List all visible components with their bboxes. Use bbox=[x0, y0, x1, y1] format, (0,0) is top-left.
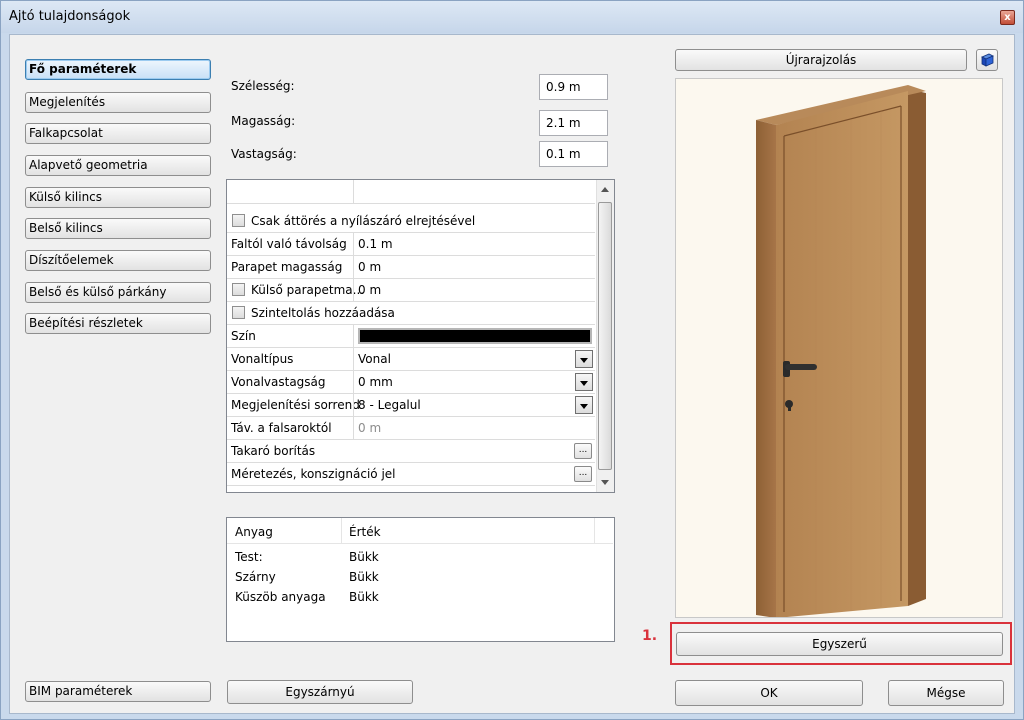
line-type-dropdown-icon[interactable] bbox=[575, 350, 593, 368]
column-divider bbox=[353, 348, 354, 370]
material-name: Szárny bbox=[235, 570, 276, 584]
cube-view-icon bbox=[981, 53, 994, 67]
material-name: Test: bbox=[235, 550, 263, 564]
materials-header-divider bbox=[341, 518, 342, 544]
line-width-value[interactable]: 0 mm bbox=[358, 375, 393, 389]
draw-order-label: Megjelenítési sorrend bbox=[231, 398, 360, 412]
materials-col-name: Anyag bbox=[235, 525, 273, 539]
prop-row-jamb-distance[interactable]: Táv. a falsaroktól 0 m bbox=[227, 417, 595, 440]
width-field[interactable]: 0.9 m bbox=[539, 74, 608, 100]
view-mode-button[interactable] bbox=[976, 49, 998, 71]
prop-row-dimensioning[interactable]: Méretezés, konszignáció jel ... bbox=[227, 463, 595, 486]
dialog-client-area: Fő paraméterek Megjelenítés Falkapcsolat… bbox=[9, 34, 1015, 714]
wall-distance-label: Faltól való távolság bbox=[231, 237, 347, 251]
prop-row-color[interactable]: Szín bbox=[227, 325, 595, 348]
parapet-height-value[interactable]: 0 m bbox=[358, 260, 381, 274]
level-offset-checkbox[interactable] bbox=[232, 306, 245, 319]
door-properties-dialog: Ajtó tulajdonságok x Fő paraméterek Megj… bbox=[0, 0, 1024, 720]
redraw-button[interactable]: Újrarajzolás bbox=[675, 49, 967, 71]
ok-button[interactable]: OK bbox=[675, 680, 863, 706]
materials-col-value: Érték bbox=[349, 525, 381, 539]
single-leaf-button[interactable]: Egyszárnyú bbox=[227, 680, 413, 704]
prop-row-level-offset[interactable]: Szinteltolás hozzáadása bbox=[227, 302, 595, 325]
casing-ellipsis-button[interactable]: ... bbox=[574, 443, 592, 459]
close-icon[interactable]: x bbox=[1000, 10, 1015, 25]
column-divider bbox=[353, 371, 354, 393]
nav-inner-handle[interactable]: Belső kilincs bbox=[25, 218, 211, 239]
outer-parapet-checkbox[interactable] bbox=[232, 283, 245, 296]
prop-row-draw-order[interactable]: Megjelenítési sorrend 8 - Legalul bbox=[227, 394, 595, 417]
line-type-value[interactable]: Vonal bbox=[358, 352, 391, 366]
thickness-label: Vastagság: bbox=[231, 147, 297, 161]
wall-distance-value[interactable]: 0.1 m bbox=[358, 237, 393, 251]
materials-header: Anyag Érték bbox=[227, 518, 613, 544]
nav-sills[interactable]: Belső és külső párkány bbox=[25, 282, 211, 303]
line-type-label: Vonaltípus bbox=[231, 352, 294, 366]
prop-row-line-type[interactable]: Vonaltípus Vonal bbox=[227, 348, 595, 371]
window-title: Ajtó tulajdonságok bbox=[9, 9, 131, 24]
door-3d-image bbox=[756, 85, 926, 617]
column-divider bbox=[353, 417, 354, 439]
prop-row-opening-only[interactable]: Csak áttörés a nyílászáró elrejtésével bbox=[227, 210, 595, 233]
scroll-down-icon[interactable] bbox=[601, 480, 609, 485]
material-value[interactable]: Bükk bbox=[349, 590, 379, 604]
line-width-label: Vonalvastagság bbox=[231, 375, 326, 389]
height-label: Magasság: bbox=[231, 114, 296, 128]
column-divider bbox=[353, 279, 354, 301]
material-name: Küszöb anyaga bbox=[235, 590, 326, 604]
prop-row-parapet-height[interactable]: Parapet magasság 0 m bbox=[227, 256, 595, 279]
color-swatch[interactable] bbox=[358, 328, 592, 344]
bim-parameters-button[interactable]: BIM paraméterek bbox=[25, 681, 211, 702]
nav-main-parameters[interactable]: Fő paraméterek bbox=[25, 59, 211, 80]
dimensioning-label: Méretezés, konszignáció jel bbox=[231, 467, 396, 481]
color-label: Szín bbox=[231, 329, 256, 343]
width-label: Szélesség: bbox=[231, 79, 295, 93]
property-grid: Csak áttörés a nyílászáró elrejtésével F… bbox=[226, 179, 615, 493]
parapet-height-label: Parapet magasság bbox=[231, 260, 343, 274]
nav-display[interactable]: Megjelenítés bbox=[25, 92, 211, 113]
grid-header-divider bbox=[353, 180, 354, 204]
draw-order-dropdown-icon[interactable] bbox=[575, 396, 593, 414]
draw-order-value[interactable]: 8 - Legalul bbox=[358, 398, 421, 412]
outer-parapet-value[interactable]: 0 m bbox=[358, 283, 381, 297]
nav-decorations[interactable]: Díszítőelemek bbox=[25, 250, 211, 271]
title-bar[interactable]: Ajtó tulajdonságok x bbox=[1, 1, 1023, 33]
line-width-dropdown-icon[interactable] bbox=[575, 373, 593, 391]
material-value[interactable]: Bükk bbox=[349, 550, 379, 564]
materials-header-divider bbox=[594, 518, 595, 544]
column-divider bbox=[353, 394, 354, 416]
door-preview[interactable] bbox=[675, 78, 1003, 618]
nav-installation-details[interactable]: Beépítési részletek bbox=[25, 313, 211, 334]
column-divider bbox=[353, 233, 354, 255]
nav-outer-handle[interactable]: Külső kilincs bbox=[25, 187, 211, 208]
material-value[interactable]: Bükk bbox=[349, 570, 379, 584]
jamb-distance-label: Táv. a falsaroktól bbox=[231, 421, 332, 435]
dimensioning-ellipsis-button[interactable]: ... bbox=[574, 466, 592, 482]
materials-table: Anyag Érték Test: Bükk Szárny Bükk Küszö… bbox=[226, 517, 615, 642]
property-grid-header bbox=[227, 180, 595, 204]
nav-basic-geometry[interactable]: Alapvető geometria bbox=[25, 155, 211, 176]
column-divider bbox=[353, 325, 354, 347]
opening-only-checkbox[interactable] bbox=[232, 214, 245, 227]
scroll-thumb[interactable] bbox=[598, 202, 612, 470]
column-divider bbox=[353, 256, 354, 278]
prop-row-line-width[interactable]: Vonalvastagság 0 mm bbox=[227, 371, 595, 394]
scroll-up-icon[interactable] bbox=[601, 187, 609, 192]
outer-parapet-label: Külső parapetma... bbox=[251, 283, 365, 297]
height-field[interactable]: 2.1 m bbox=[539, 110, 608, 136]
nav-wall-connection[interactable]: Falkapcsolat bbox=[25, 123, 211, 144]
prop-row-outer-parapet[interactable]: Külső parapetma... 0 m bbox=[227, 279, 595, 302]
cancel-button[interactable]: Mégse bbox=[888, 680, 1004, 706]
annotation-number: 1. bbox=[642, 628, 658, 644]
jamb-distance-value: 0 m bbox=[358, 421, 382, 435]
property-grid-scrollbar[interactable] bbox=[596, 180, 614, 492]
level-offset-label: Szinteltolás hozzáadása bbox=[251, 306, 395, 320]
casing-label: Takaró borítás bbox=[231, 444, 316, 458]
prop-row-wall-distance[interactable]: Faltól való távolság 0.1 m bbox=[227, 233, 595, 256]
thickness-field[interactable]: 0.1 m bbox=[539, 141, 608, 167]
opening-only-label: Csak áttörés a nyílászáró elrejtésével bbox=[251, 214, 476, 228]
prop-row-casing[interactable]: Takaró borítás ... bbox=[227, 440, 595, 463]
simple-button[interactable]: Egyszerű bbox=[676, 632, 1003, 656]
